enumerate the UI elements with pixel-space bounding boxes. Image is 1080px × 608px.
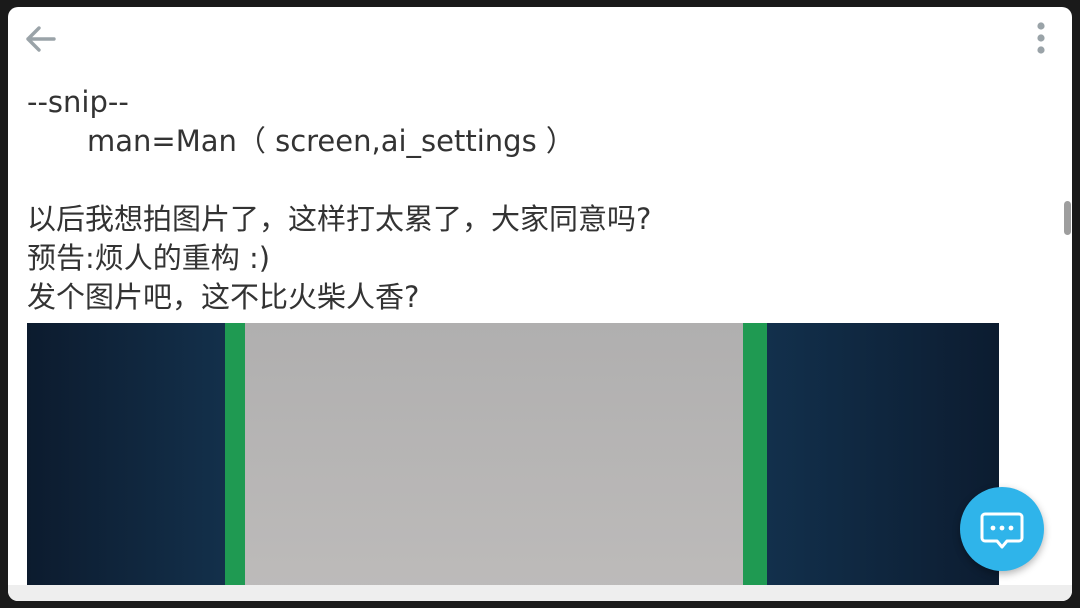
post-line: 发个图片吧，这不比火柴人香? bbox=[27, 280, 420, 314]
comment-button[interactable] bbox=[960, 487, 1044, 571]
back-button[interactable] bbox=[22, 21, 62, 57]
comment-icon bbox=[980, 512, 1024, 549]
bottom-bar bbox=[8, 585, 1072, 601]
post-photo[interactable] bbox=[27, 323, 999, 593]
post-line: man=Man（ screen,ai_settings ） bbox=[87, 124, 575, 158]
photo-image bbox=[27, 323, 999, 593]
arrow-left-icon bbox=[26, 26, 56, 52]
post-line-blank bbox=[27, 161, 1027, 200]
post-line: --snip-- bbox=[27, 85, 129, 119]
post-line: 以后我想拍图片了，这样打太累了，大家同意吗? bbox=[27, 202, 652, 236]
post-card: --snip-- man=Man（ screen,ai_settings ） 以… bbox=[8, 7, 1072, 601]
scrollbar-thumb[interactable] bbox=[1064, 201, 1071, 235]
post-line: 预告:烦人的重构 :) bbox=[27, 241, 271, 275]
more-vertical-icon bbox=[1037, 22, 1045, 54]
toolbar bbox=[8, 7, 1072, 71]
app-screen: --snip-- man=Man（ screen,ai_settings ） 以… bbox=[0, 0, 1080, 608]
post-body: --snip-- man=Man（ screen,ai_settings ） 以… bbox=[27, 83, 1027, 317]
more-options-button[interactable] bbox=[1024, 19, 1058, 59]
